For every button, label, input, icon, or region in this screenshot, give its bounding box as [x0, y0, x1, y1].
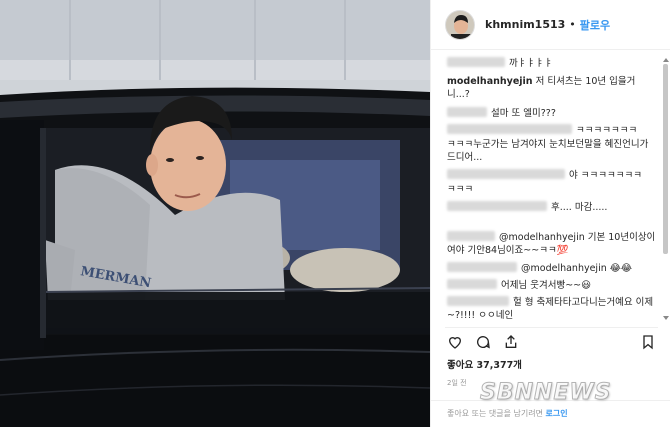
heart-icon[interactable]: [447, 334, 463, 350]
comment-text: @modelhanhyejin 😂😂: [521, 263, 632, 274]
comment-icon[interactable]: [475, 334, 491, 350]
action-bar: [445, 327, 658, 351]
comment: modelhanhyejin 저 티셔츠는 10년 입을거니...?: [447, 75, 657, 101]
blurred-username: [447, 169, 565, 179]
share-icon[interactable]: [503, 334, 519, 350]
post-header: khmnim1513 • 팔로우: [431, 0, 670, 50]
like-count[interactable]: 좋아요 37,377개: [447, 357, 522, 371]
scroll-thumb[interactable]: [663, 64, 668, 254]
header-separator: •: [569, 18, 576, 31]
comment: ㅋㅋㅋ누군가는 남겨야지 눈치보던말을 혜진언니가 드디어...: [447, 138, 657, 164]
comment-text: ㅋㅋㅋ누군가는 남겨야지 눈치보던말을 혜진언니가 드디어...: [447, 139, 649, 163]
comment-text: ㅋㅋㅋ: [447, 184, 474, 195]
avatar[interactable]: [445, 9, 475, 40]
post-timestamp[interactable]: 2일 전: [447, 378, 467, 388]
comment-text: 야 ㅋㅋㅋㅋㅋㅋㅋ: [569, 170, 642, 181]
comment-text: ㅋㅋㅋㅋㅋㅋㅋ: [576, 125, 638, 136]
comment: ㅋㅋㅋㅋㅋㅋㅋ: [447, 124, 657, 137]
comment: @modelhanhyejin 😂😂: [447, 262, 657, 275]
scroll-down-icon[interactable]: [663, 316, 669, 320]
scroll-up-icon[interactable]: [663, 58, 669, 62]
comment: 헐 형 축제타타고다니는거예요 이제~?!!!! ㅇㅇ네인: [447, 296, 657, 322]
login-link[interactable]: 로그인: [546, 409, 568, 418]
comment: 후.... 마감.....: [447, 201, 657, 214]
comments-scrollbar[interactable]: [663, 58, 669, 320]
blurred-username: [447, 231, 495, 241]
login-prompt-text: 좋아요 또는 댓글을 남기려면: [447, 409, 543, 418]
comment-text: 어제님 웃겨서빵~~😃: [501, 280, 592, 291]
avatar-image: [446, 10, 474, 39]
comment: 어제님 웃겨서빵~~😃: [447, 279, 657, 292]
blurred-username: [447, 201, 547, 211]
photo-image: MERMAN: [0, 0, 430, 427]
comment: 설마 또 엘미???: [447, 107, 657, 120]
bookmark-icon[interactable]: [640, 334, 656, 350]
post-sidebar: khmnim1513 • 팔로우 까ㅑㅑㅑㅑ modelhanhyejin 저 …: [430, 0, 670, 427]
comment: ㅋㅋㅋ: [447, 183, 657, 196]
comment: 까ㅑㅑㅑㅑ: [447, 57, 657, 70]
comment-username[interactable]: modelhanhyejin: [447, 76, 533, 87]
header-username[interactable]: khmnim1513: [485, 18, 565, 31]
post-photo: MERMAN: [0, 0, 430, 427]
blurred-username: [447, 296, 509, 306]
blurred-username: [447, 279, 497, 289]
blurred-username: [447, 124, 572, 134]
watermark-logo: SBNNEWS: [480, 380, 612, 406]
comment-text: 까ㅑㅑㅑㅑ: [509, 58, 553, 69]
comment-text: 설마 또 엘미???: [491, 108, 556, 119]
comment-text: 후.... 마감.....: [551, 202, 608, 213]
blurred-username: [447, 262, 517, 272]
comment: @modelhanhyejin 기본 10년이상이여야 기안84님이죠~~ㅋㅋ💯: [447, 231, 657, 257]
comment: 야 ㅋㅋㅋㅋㅋㅋㅋ: [447, 169, 657, 182]
blurred-username: [447, 107, 487, 117]
follow-button[interactable]: 팔로우: [580, 17, 610, 33]
blurred-username: [447, 57, 505, 67]
